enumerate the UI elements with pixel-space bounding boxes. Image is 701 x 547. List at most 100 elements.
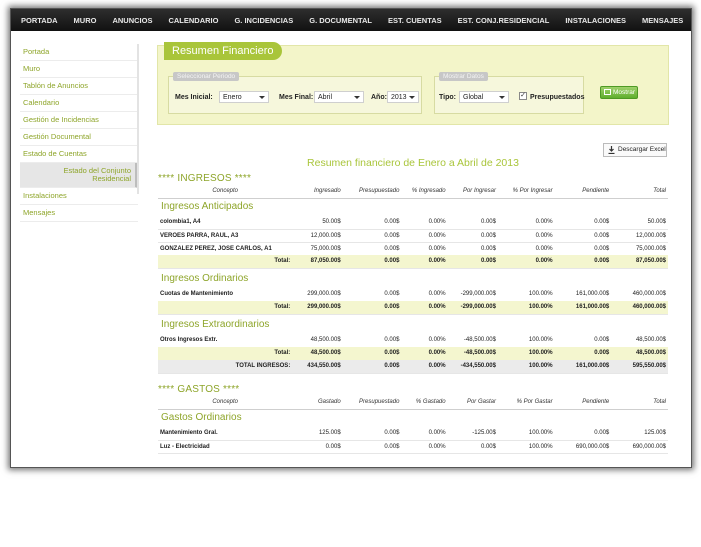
table-cell: 0.00%: [497, 216, 555, 230]
sidebar-item[interactable]: Muro: [20, 61, 138, 78]
table-cell: 0.00$: [342, 216, 402, 230]
mes-final-select[interactable]: Abril: [314, 91, 364, 103]
mostrar-button[interactable]: Mostrar: [600, 86, 638, 99]
sidebar-item[interactable]: Portada: [20, 44, 138, 61]
table-cell: 0.00%: [401, 334, 448, 348]
table-cell: 0.00%: [497, 255, 555, 269]
column-header: Por Ingresar: [462, 188, 496, 195]
nav-item[interactable]: MENSAJES: [642, 16, 683, 25]
table-body: Cuotas de Mantenimiento 299,000.00$ 0.00$ 0…: [158, 288, 668, 302]
anio-select[interactable]: 2013: [387, 91, 419, 103]
sidebar-item-active[interactable]: Estado del Conjunto Residencial: [20, 163, 138, 188]
column-header: Pendiente: [582, 399, 610, 406]
table-cell: 0.00$: [554, 242, 612, 256]
column-header: Concepto: [212, 399, 238, 406]
tipo-value: Global: [463, 94, 484, 101]
table-cell: 0.00%: [401, 288, 448, 302]
mostrar-button-label: Mostrar: [613, 89, 636, 96]
table-body: Total: 48,500.00$ 0.00$ 0.00% -48,500.00$ 100…: [158, 347, 668, 361]
report-title: Resumen financiero de Enero a Abril de 2…: [307, 157, 519, 169]
mes-inicial-select[interactable]: Enero: [219, 91, 269, 103]
group-heading: Ingresos Extraordinarios: [161, 319, 270, 330]
table-cell: 100.00%: [497, 360, 555, 374]
table-cell: 0.00$: [342, 440, 402, 454]
table-cell: 0.00%: [401, 242, 448, 256]
table-body: Total: 299,000.00$ 0.00$ 0.00% -299,000.00$ 1…: [158, 301, 668, 315]
sidebar-item[interactable]: Instalaciones: [20, 188, 138, 205]
table-cell: 299,000.00$: [292, 301, 343, 315]
app-window: PORTADA MURO ANUNCIOS CALENDARIO G. INCIDENC…: [10, 8, 692, 468]
presupuestados-label: Presupuestados: [530, 94, 585, 101]
table-cell: 0.00$: [342, 427, 402, 441]
sidebar-item[interactable]: Gestión de Incidencias: [20, 112, 138, 129]
table-cell: -125.00$: [447, 427, 498, 441]
sidebar-item[interactable]: Estado de Cuentas: [20, 146, 138, 163]
group-heading: Ingresos Anticipados: [161, 201, 254, 212]
table-cell: 595,550.00$: [611, 360, 668, 374]
table-row: Cuotas de Mantenimiento 299,000.00$ 0.00$ 0…: [158, 288, 668, 302]
table-cell: 0.00%: [401, 347, 448, 361]
section-heading: **** GASTOS ****: [158, 384, 240, 395]
table-cell: 161,000.00$: [554, 301, 612, 315]
table-cell: 0.00$: [342, 255, 402, 269]
presupuestados-checkbox[interactable]: ✓: [519, 92, 527, 100]
sidebar-item[interactable]: Mensajes: [20, 205, 138, 222]
tipo-select[interactable]: Global: [459, 91, 509, 103]
sidebar-item[interactable]: Calendario: [20, 95, 138, 112]
sidebar-divider: [137, 44, 139, 194]
column-header: Presupuestado: [359, 188, 400, 195]
table-cell: Total:: [158, 347, 293, 361]
table-cell: 0.00$: [342, 334, 402, 348]
nav-item[interactable]: EST. CONJ.RESIDENCIAL: [458, 16, 550, 25]
nav-item[interactable]: ANUNCIOS: [112, 16, 152, 25]
total-row: Total: 48,500.00$ 0.00$ 0.00% -48,500.00$ 100…: [158, 347, 668, 361]
table-cell: 75,000.00$: [611, 242, 668, 256]
column-header: % Gastado: [415, 399, 446, 406]
table-cell: 100.00%: [497, 347, 555, 361]
nav-item[interactable]: CALENDARIO: [168, 16, 218, 25]
chevron-down-icon: [354, 96, 360, 99]
column-header: Ingresado: [313, 188, 341, 195]
column-header: Total: [653, 399, 666, 406]
table-cell: 0.00$: [554, 216, 612, 230]
tipo-label: Tipo:: [439, 94, 456, 101]
table-cell: -48,500.00$: [447, 347, 498, 361]
table-cell: TOTAL INGRESOS:: [158, 360, 293, 374]
column-header: Por Gastar: [466, 399, 496, 406]
section-heading: **** INGRESOS ****: [158, 173, 252, 184]
table-cell: 0.00$: [554, 427, 612, 441]
nav-item[interactable]: G. INCIDENCIAS: [234, 16, 293, 25]
mes-final-label: Mes Final:: [279, 94, 314, 101]
table-cell: 100.00%: [497, 301, 555, 315]
table-cell: 0.00%: [497, 229, 555, 243]
sidebar-item[interactable]: Gestión Documental: [20, 129, 138, 146]
table-cell: 0.00$: [342, 347, 402, 361]
table-cell: -48,500.00$: [447, 334, 498, 348]
table-cell: 50.00$: [292, 216, 343, 230]
table-row: Otros Ingresos Extr. 48,500.00$ 0.00$ 0.00%…: [158, 334, 668, 348]
table-cell: 0.00$: [447, 229, 498, 243]
table-body: colombia1, A4 50.00$ 0.00$ 0.00% 0.00$ 0.00% 0…: [158, 216, 668, 256]
sidebar-item[interactable]: Tablón de Anuncios: [20, 78, 138, 95]
period-legend: Seleccionar Periodo: [173, 72, 240, 81]
nav-item[interactable]: INSTALACIONES: [565, 16, 626, 25]
table-cell: 161,000.00$: [554, 360, 612, 374]
panel-title: Resumen Financiero: [164, 42, 282, 60]
column-header: % Por Ingresar: [512, 188, 553, 195]
table-cell: 48,500.00$: [292, 347, 343, 361]
download-excel-button[interactable]: Descargar Excel: [603, 143, 667, 157]
table-cell: 50.00$: [611, 216, 668, 230]
table-cell: 0.00%: [401, 440, 448, 454]
nav-item[interactable]: EST. CUENTAS: [388, 16, 442, 25]
table-cell: 299,000.00$: [292, 288, 343, 302]
nav-item[interactable]: MURO: [74, 16, 97, 25]
mes-inicial-label: Mes Inicial:: [175, 94, 213, 101]
table-cell: 75,000.00$: [292, 242, 343, 256]
table-body: Otros Ingresos Extr. 48,500.00$ 0.00$ 0.00%…: [158, 334, 668, 348]
table-row: VEROES PARRA, RAUL, A3 12,000.00$ 0.00$ 0.0…: [158, 229, 668, 243]
nav-item[interactable]: PORTADA: [21, 16, 58, 25]
main-content: Resumen Financiero Seleccionar Periodo M…: [157, 39, 687, 454]
table-row: Mantenimiento Gral. 125.00$ 0.00$ 0.00% -125…: [158, 427, 668, 441]
nav-item[interactable]: G. DOCUMENTAL: [309, 16, 372, 25]
table-cell: 690,000.00$: [611, 440, 668, 454]
